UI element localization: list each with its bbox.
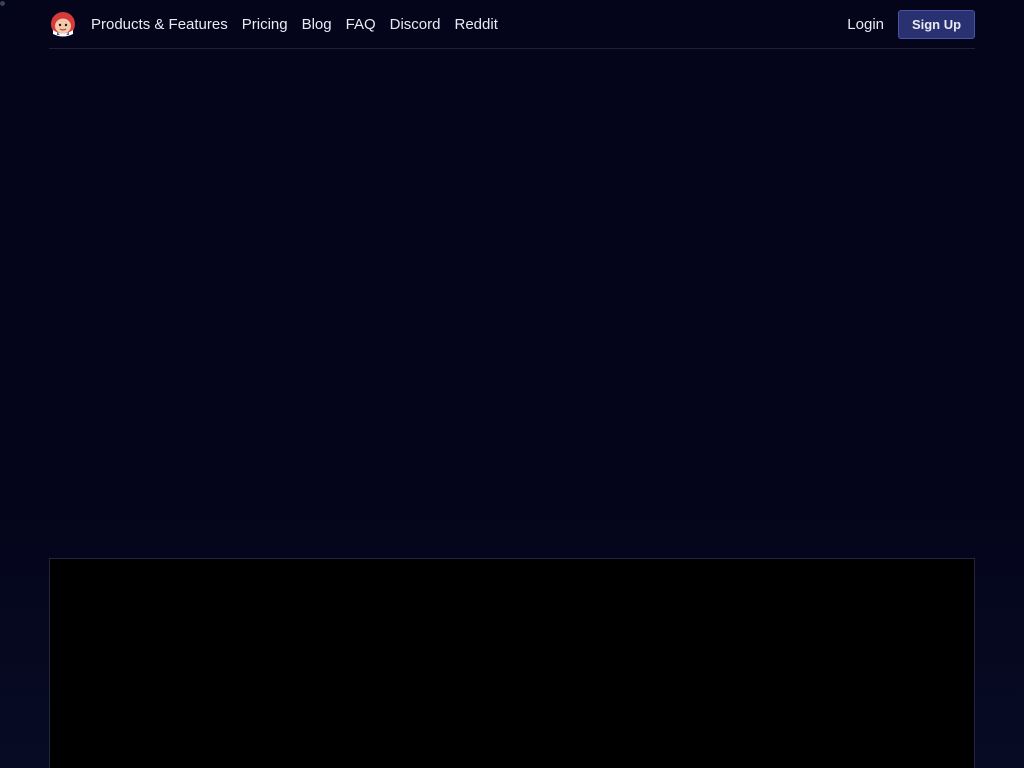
nav-auth: Login Sign Up: [847, 9, 975, 39]
nav-link-products-features[interactable]: Products & Features: [91, 16, 228, 33]
nav-link-blog[interactable]: Blog: [302, 16, 332, 33]
nav-link-faq[interactable]: FAQ: [346, 16, 376, 33]
signup-button[interactable]: Sign Up: [898, 9, 975, 39]
top-navbar: Products & Features Pricing Blog FAQ Dis…: [49, 0, 975, 49]
nav-link-discord[interactable]: Discord: [390, 16, 441, 33]
login-link[interactable]: Login: [847, 16, 884, 33]
mascot-logo-icon[interactable]: [49, 10, 77, 38]
corner-dot: [0, 1, 5, 6]
nav-link-reddit[interactable]: Reddit: [455, 16, 498, 33]
media-panel[interactable]: [49, 558, 975, 768]
nav-link-pricing[interactable]: Pricing: [242, 16, 288, 33]
nav-links: Products & Features Pricing Blog FAQ Dis…: [91, 16, 512, 33]
